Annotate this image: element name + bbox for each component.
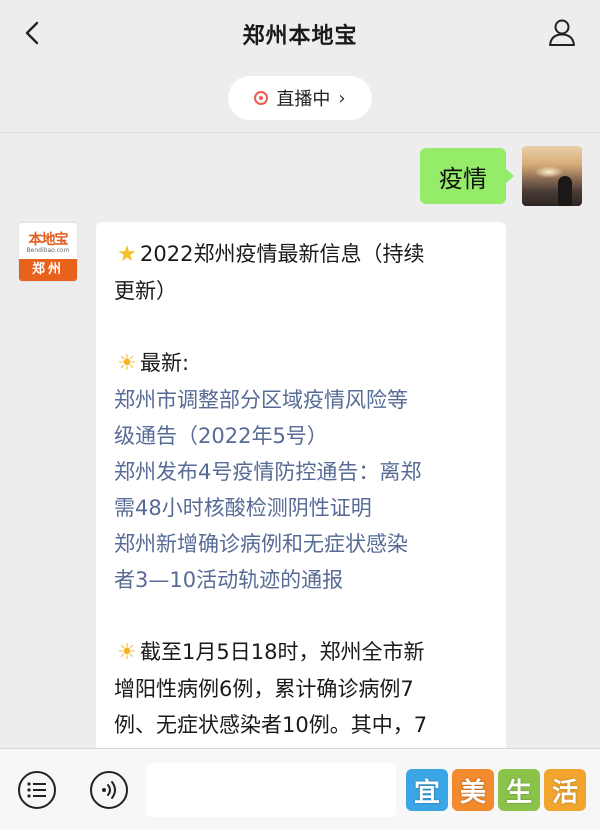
message-text: 例、无症状感染者10例。其中，7 [114,713,428,737]
message-link-line[interactable]: 郑州市调整部分区域疫情风险等 [114,382,492,418]
message-line [114,598,492,634]
message-line: ☀ 截至1月5日18时，郑州全市新 [114,634,492,671]
message-text: 2022郑州疫情最新信息（持续 [140,242,425,266]
bot-avatar[interactable]: 本地宝 Bendibao.com 郑州 [18,222,78,282]
logo-city: 郑州 [19,259,77,281]
message-text: 郑州市调整部分区域疫情风险等 [114,388,408,412]
sun-icon: ☀ [117,640,137,665]
bot-message-bubble[interactable]: ★ 2022郑州疫情最新信息（持续 更新） ☀ 最新: 郑州市调整部分区域疫情风险等 级通告… [96,222,506,782]
message-line: 例、无症状感染者10例。其中，7 [114,707,492,743]
message-link-line[interactable]: 级通告（2022年5号） [114,418,492,454]
live-button[interactable]: 直播中 › [228,76,372,120]
live-label: 直播中 [276,89,331,110]
message-link-line[interactable]: 者3—10活动轨迹的通报 [114,562,492,598]
divider [0,132,600,133]
back-arrow-icon[interactable] [18,18,48,48]
star-icon: ★ [117,242,137,267]
logo-domain: Bendibao.com [26,247,70,254]
watermark-char: 美 [452,769,494,811]
message-line [114,309,492,345]
message-text: 级通告（2022年5号） [114,424,328,448]
watermark-logo: 宜美生活 [406,769,586,811]
message-line: ★ 2022郑州疫情最新信息（持续 [114,236,492,273]
chat-title: 郑州本地宝 [242,24,358,49]
logo-text: 本地宝 [28,232,69,248]
message-text: 郑州发布4号疫情防控通告：离郑 [114,460,422,484]
list-icon [27,782,46,798]
message-input[interactable] [146,763,396,817]
live-dot-icon [254,91,269,105]
voice-icon [102,781,116,799]
message-text: 截至1月5日18时，郑州全市新 [140,640,425,664]
sunset-glow [534,166,564,178]
watermark-char: 宜 [406,769,448,811]
silhouette [558,176,572,206]
message-link-line[interactable]: 郑州发布4号疫情防控通告：离郑 [114,454,492,490]
my-avatar[interactable] [522,146,582,206]
message-text: 需48小时核酸检测阴性证明 [114,496,372,520]
message-line: ☀ 最新: [114,345,492,382]
sun-icon: ☀ [117,351,137,376]
message-text: 郑州新增确诊病例和无症状感染 [114,532,408,556]
voice-button[interactable] [90,771,128,809]
menu-button[interactable] [18,771,56,809]
chevron-right-icon: › [338,87,346,109]
message-link-line[interactable]: 郑州新增确诊病例和无症状感染 [114,526,492,562]
my-message-bubble[interactable]: 疫情 [420,148,514,204]
my-message-text: 疫情 [439,164,487,193]
chat-header: 郑州本地宝 [0,0,600,68]
profile-icon[interactable] [546,16,578,48]
watermark-char: 活 [544,769,586,811]
message-link-line[interactable]: 需48小时核酸检测阴性证明 [114,490,492,526]
message-line: 更新） [114,273,492,309]
message-text: 最新: [140,351,190,375]
message-text: 者3—10活动轨迹的通报 [114,568,344,592]
watermark-char: 生 [498,769,540,811]
message-text: 增阳性病例6例，累计确诊病例7 [114,677,414,701]
message-text: 更新） [114,279,177,303]
message-line: 增阳性病例6例，累计确诊病例7 [114,671,492,707]
input-bar: 宜美生活 [0,748,600,830]
